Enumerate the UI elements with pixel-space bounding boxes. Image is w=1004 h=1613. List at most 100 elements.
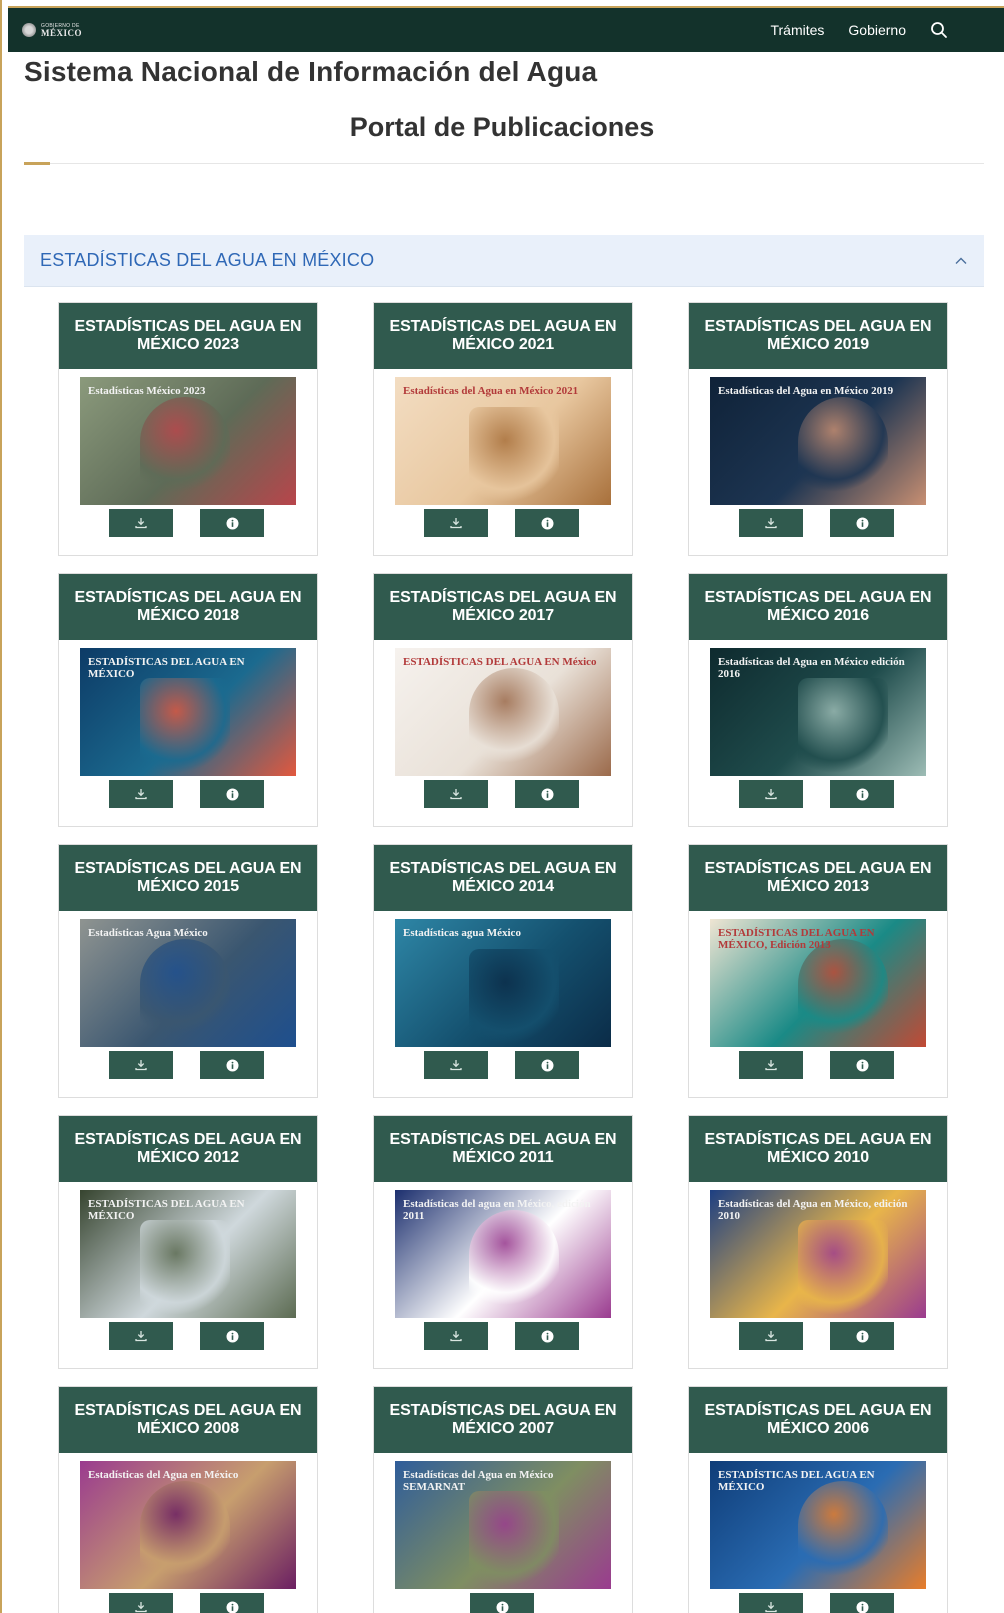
info-button[interactable] [515, 780, 579, 808]
publication-cover-image[interactable]: Estadísticas del agua en México, edición… [395, 1190, 611, 1318]
info-icon [226, 1330, 239, 1343]
info-button[interactable] [200, 1051, 264, 1079]
publication-title: ESTADÍSTICAS DEL AGUA EN MÉXICO 2013 [689, 845, 947, 911]
info-icon [856, 517, 869, 530]
download-icon [449, 788, 463, 800]
publication-title: ESTADÍSTICAS DEL AGUA EN MÉXICO 2010 [689, 1116, 947, 1182]
publication-cover-image[interactable]: Estadísticas agua México [395, 919, 611, 1047]
info-button[interactable] [830, 1322, 894, 1350]
info-button[interactable] [830, 1593, 894, 1613]
download-icon [764, 788, 778, 800]
publication-title: ESTADÍSTICAS DEL AGUA EN MÉXICO 2015 [59, 845, 317, 911]
download-button[interactable] [109, 780, 173, 808]
publication-card: ESTADÍSTICAS DEL AGUA EN MÉXICO 2015 Esta… [58, 844, 318, 1098]
gobierno-logo[interactable]: GOBIERNO DE MÉXICO [22, 23, 82, 38]
nav-link-tramites[interactable]: Trámites [770, 22, 824, 38]
publication-card: ESTADÍSTICAS DEL AGUA EN MÉXICO 2017 ESTA… [373, 573, 633, 827]
info-button[interactable] [515, 1051, 579, 1079]
publication-cover-image[interactable]: ESTADÍSTICAS DEL AGUA EN MÉXICO [80, 1190, 296, 1318]
info-button[interactable] [200, 1593, 264, 1613]
info-icon [541, 788, 554, 801]
nav-link-gobierno[interactable]: Gobierno [848, 22, 906, 38]
cover-artwork [140, 1220, 230, 1315]
publication-cover-image[interactable]: Estadísticas del Agua en México, edición… [710, 1190, 926, 1318]
info-button[interactable] [830, 780, 894, 808]
download-button[interactable] [739, 1051, 803, 1079]
download-button[interactable] [424, 1322, 488, 1350]
page-title: Sistema Nacional de Información del Agua [24, 56, 598, 87]
cover-title-text: Estadísticas del agua en México, edición… [403, 1198, 591, 1222]
publication-card: ESTADÍSTICAS DEL AGUA EN MÉXICO 2021 Esta… [373, 302, 633, 556]
publication-cover-image[interactable]: Estadísticas del Agua en México edición … [710, 648, 926, 776]
download-button[interactable] [739, 780, 803, 808]
cover-artwork [798, 1481, 888, 1576]
publication-cover-image[interactable]: Estadísticas del Agua en México 2021 [395, 377, 611, 505]
download-button[interactable] [424, 780, 488, 808]
publication-cover-image[interactable]: ESTADÍSTICAS DEL AGUA EN MÉXICO [80, 648, 296, 776]
cover-artwork [140, 397, 230, 492]
publication-card: ESTADÍSTICAS DEL AGUA EN MÉXICO 2019 Esta… [688, 302, 948, 556]
publication-card: ESTADÍSTICAS DEL AGUA EN MÉXICO 2008 Esta… [58, 1386, 318, 1613]
title-divider [24, 163, 984, 164]
search-icon[interactable] [930, 21, 948, 39]
cover-artwork [798, 397, 888, 492]
publication-cover-image[interactable]: Estadísticas Agua México [80, 919, 296, 1047]
publication-cover-image[interactable]: Estadísticas México 2023 [80, 377, 296, 505]
cover-artwork [469, 1210, 559, 1305]
publication-cover-image[interactable]: Estadísticas del Agua en México SEMARNAT [395, 1461, 611, 1589]
download-button[interactable] [109, 1322, 173, 1350]
info-button[interactable] [200, 1322, 264, 1350]
publication-cover-image[interactable]: ESTADÍSTICAS DEL AGUA EN México [395, 648, 611, 776]
download-button[interactable] [109, 509, 173, 537]
page-subtitle: Portal de Publicaciones [349, 112, 655, 142]
top-navbar: GOBIERNO DE MÉXICO Trámites Gobierno [8, 6, 1004, 52]
download-icon [764, 1601, 778, 1613]
publication-cover-image[interactable]: Estadísticas del Agua en México [80, 1461, 296, 1589]
cover-artwork [140, 939, 230, 1034]
publication-cover-image[interactable]: Estadísticas del Agua en México 2019 [710, 377, 926, 505]
cover-title-text: ESTADÍSTICAS DEL AGUA EN MÉXICO, Edición… [718, 927, 875, 951]
info-button[interactable] [830, 509, 894, 537]
download-icon [134, 1601, 148, 1613]
publication-title: ESTADÍSTICAS DEL AGUA EN MÉXICO 2017 [374, 574, 632, 640]
title-accent-bar [24, 162, 50, 165]
cover-title-text: Estadísticas agua México [403, 927, 521, 939]
info-button[interactable] [515, 509, 579, 537]
info-icon [541, 517, 554, 530]
info-icon [856, 788, 869, 801]
info-icon [856, 1601, 869, 1613]
download-button[interactable] [739, 1593, 803, 1613]
download-icon [764, 1330, 778, 1342]
cover-artwork [798, 1220, 888, 1315]
info-button[interactable] [515, 1322, 579, 1350]
info-button[interactable] [200, 509, 264, 537]
download-button[interactable] [424, 509, 488, 537]
download-button[interactable] [109, 1051, 173, 1079]
download-button[interactable] [739, 509, 803, 537]
download-icon [134, 517, 148, 529]
publication-cover-image[interactable]: ESTADÍSTICAS DEL AGUA EN MÉXICO, Edición… [710, 919, 926, 1047]
cover-artwork [469, 668, 559, 763]
download-button[interactable] [424, 1051, 488, 1079]
download-button[interactable] [739, 1322, 803, 1350]
download-icon [449, 1330, 463, 1342]
cover-title-text: Estadísticas del Agua en México [88, 1469, 239, 1481]
chevron-up-icon[interactable] [954, 254, 968, 268]
download-button[interactable] [109, 1593, 173, 1613]
info-button[interactable] [470, 1593, 534, 1613]
cover-title-text: ESTADÍSTICAS DEL AGUA EN MÉXICO [88, 1198, 245, 1222]
info-icon [226, 788, 239, 801]
info-button[interactable] [200, 780, 264, 808]
publication-card: ESTADÍSTICAS DEL AGUA EN MÉXICO 2023 Esta… [58, 302, 318, 556]
logo-big-text: MÉXICO [41, 28, 82, 38]
publication-title: ESTADÍSTICAS DEL AGUA EN MÉXICO 2019 [689, 303, 947, 369]
publication-title: ESTADÍSTICAS DEL AGUA EN MÉXICO 2011 [374, 1116, 632, 1182]
publication-title: ESTADÍSTICAS DEL AGUA EN MÉXICO 2006 [689, 1387, 947, 1453]
publication-title: ESTADÍSTICAS DEL AGUA EN MÉXICO 2021 [374, 303, 632, 369]
publication-card: ESTADÍSTICAS DEL AGUA EN MÉXICO 2006 ESTA… [688, 1386, 948, 1613]
publication-cover-image[interactable]: ESTADÍSTICAS DEL AGUA EN MÉXICO [710, 1461, 926, 1589]
info-button[interactable] [830, 1051, 894, 1079]
accordion-header-estadisticas[interactable]: ESTADÍSTICAS DEL AGUA EN MÉXICO [24, 235, 984, 287]
cover-artwork [469, 949, 559, 1044]
cover-title-text: Estadísticas Agua México [88, 927, 208, 939]
